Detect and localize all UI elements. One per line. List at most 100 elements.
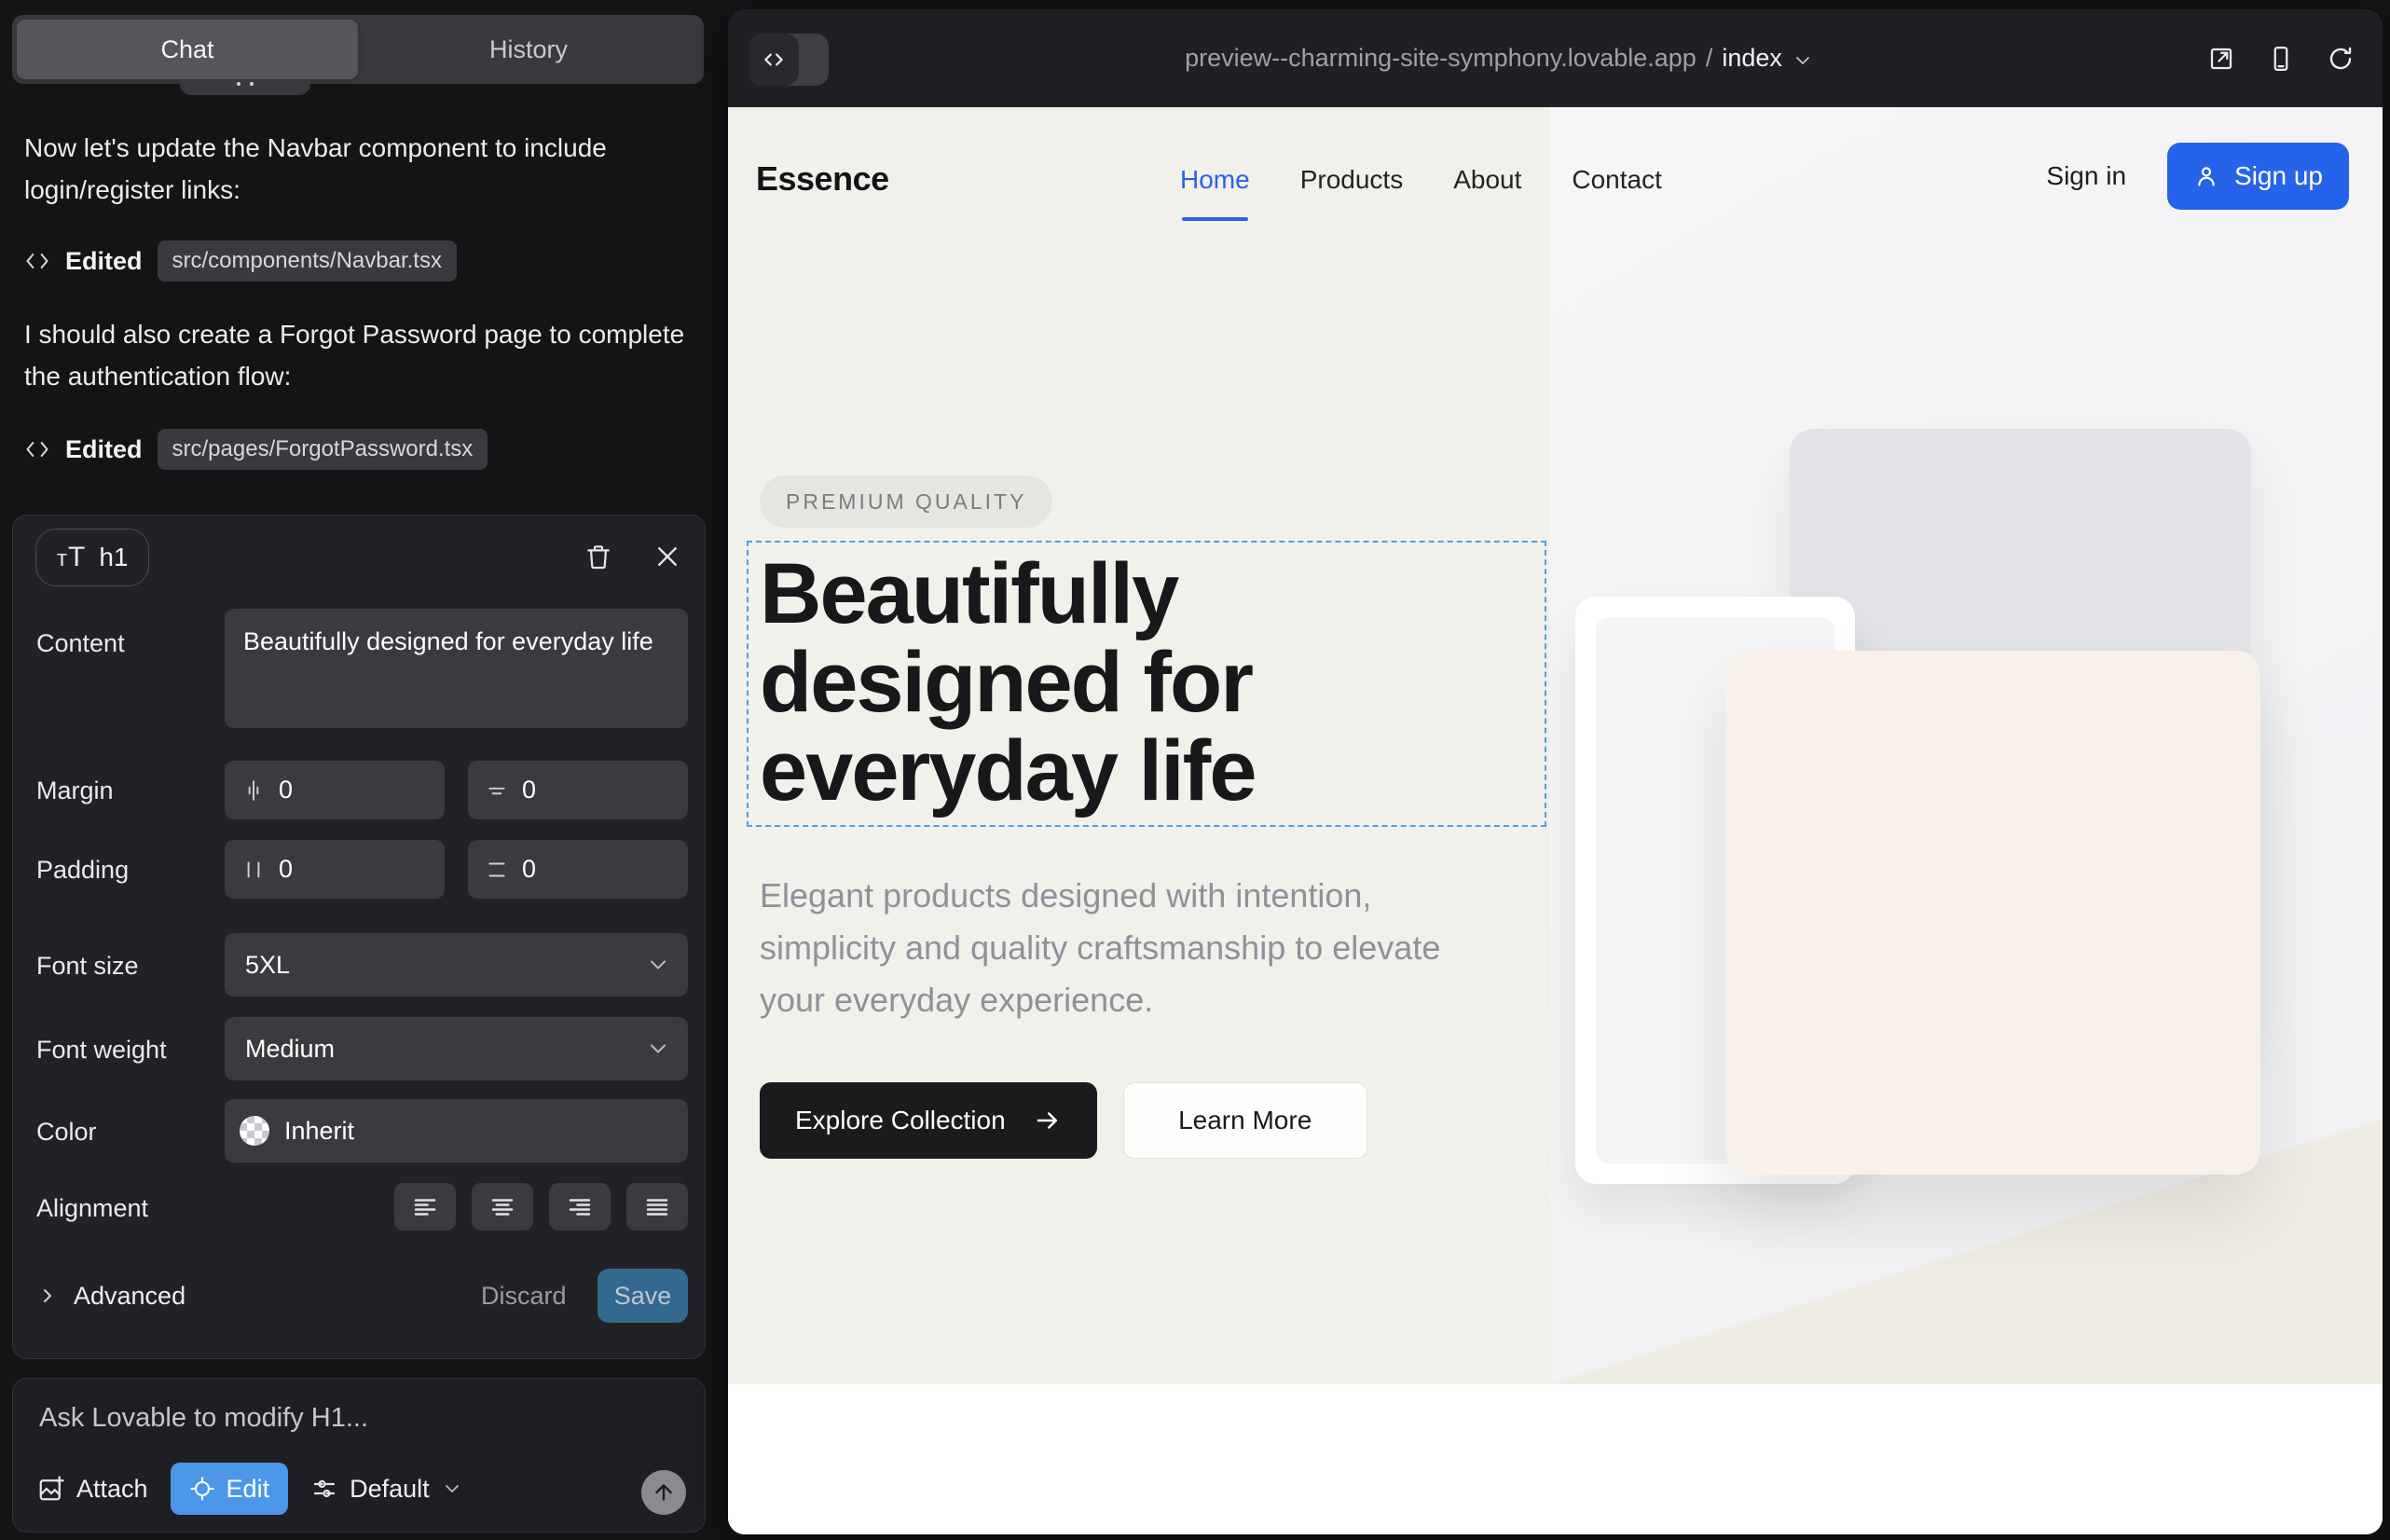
- sign-in-link[interactable]: Sign in: [2046, 161, 2126, 191]
- edit-label: Edit: [227, 1475, 270, 1504]
- code-toggle-icon: [749, 34, 799, 86]
- edited-file-row: Edited src/pages/ForgotPassword.tsx: [24, 429, 488, 470]
- nav-link-products[interactable]: Products: [1300, 165, 1404, 195]
- url-page: index: [1722, 44, 1782, 73]
- margin-y-value: 0: [522, 776, 536, 804]
- advanced-toggle[interactable]: Advanced: [36, 1269, 185, 1323]
- typography-icon: ᴛT: [57, 542, 86, 573]
- decor-card-cream: [1725, 651, 2260, 1175]
- send-button[interactable]: [641, 1470, 686, 1515]
- chat-message: I should also create a Forgot Password p…: [24, 313, 692, 398]
- font-weight-select[interactable]: Medium: [225, 1017, 688, 1080]
- file-chip[interactable]: src/pages/ForgotPassword.tsx: [158, 429, 488, 470]
- code-icon: [24, 436, 50, 462]
- attach-label: Attach: [76, 1475, 148, 1504]
- align-left-button[interactable]: [394, 1183, 456, 1231]
- hero-cta-row: Explore Collection Learn More: [760, 1082, 1367, 1159]
- align-center-button[interactable]: [472, 1183, 533, 1231]
- site-navbar: Essence Home Products About Contact Sign…: [728, 107, 2383, 247]
- font-size-label: Font size: [36, 952, 139, 981]
- chrome-actions: [2207, 9, 2355, 107]
- attach-button[interactable]: Attach: [37, 1475, 148, 1504]
- nav-link-contact[interactable]: Contact: [1572, 165, 1662, 195]
- padding-horizontal-icon: [241, 858, 266, 882]
- content-input[interactable]: Beautifully designed for everyday life: [225, 609, 688, 728]
- tab-chat[interactable]: Chat: [17, 20, 358, 79]
- padding-x-value: 0: [279, 855, 293, 884]
- url-host: preview--charming-site-symphony.lovable.…: [1185, 44, 1696, 73]
- advanced-label: Advanced: [74, 1282, 185, 1311]
- composer-toolbar: Attach Edit Default: [37, 1463, 463, 1515]
- margin-y-input[interactable]: 0: [468, 761, 688, 819]
- chat-composer: Attach Edit Default: [12, 1378, 706, 1533]
- align-justify-button[interactable]: [626, 1183, 688, 1231]
- edited-label: Edited: [65, 435, 143, 464]
- padding-y-input[interactable]: 0: [468, 840, 688, 899]
- url-bar[interactable]: preview--charming-site-symphony.lovable.…: [1185, 44, 1814, 73]
- explore-collection-button[interactable]: Explore Collection: [760, 1082, 1097, 1159]
- content-field-wrap: Beautifully designed for everyday life: [225, 609, 688, 728]
- code-preview-toggle[interactable]: [749, 34, 829, 86]
- user-icon: [2193, 163, 2219, 189]
- refresh-icon[interactable]: [2327, 45, 2355, 73]
- site-nav-links: Home Products About Contact: [1180, 165, 1662, 195]
- open-external-icon[interactable]: [2207, 45, 2235, 73]
- arrow-right-icon: [1034, 1107, 1062, 1134]
- margin-horizontal-icon: [241, 778, 266, 803]
- site-brand[interactable]: Essence: [756, 159, 889, 199]
- save-button[interactable]: Save: [598, 1269, 688, 1323]
- tab-history[interactable]: History: [358, 20, 699, 79]
- margin-x-value: 0: [279, 776, 293, 804]
- chat-message: Now let's update the Navbar component to…: [24, 127, 692, 212]
- site-content: Essence Home Products About Contact Sign…: [728, 107, 2383, 1534]
- font-size-select[interactable]: 5XL: [225, 933, 688, 997]
- margin-label: Margin: [36, 777, 114, 805]
- element-tag-chip[interactable]: ᴛT h1: [35, 529, 149, 586]
- sidebar-tab-bar: Chat History: [12, 15, 704, 84]
- color-value: Inherit: [284, 1117, 354, 1146]
- chevron-down-icon: [441, 1478, 463, 1500]
- element-tag: h1: [99, 543, 128, 572]
- color-label: Color: [36, 1118, 97, 1147]
- chevron-right-icon: [36, 1285, 59, 1307]
- nav-auth-group: Sign in Sign up: [2046, 143, 2349, 210]
- margin-x-input[interactable]: 0: [225, 761, 445, 819]
- mode-label: Default: [350, 1475, 430, 1504]
- close-panel-button[interactable]: [647, 536, 688, 577]
- content-label: Content: [36, 629, 125, 658]
- alignment-label: Alignment: [36, 1194, 148, 1223]
- delete-element-button[interactable]: [578, 536, 619, 577]
- mode-selector[interactable]: Default: [310, 1475, 463, 1504]
- chevron-down-icon: [645, 1036, 671, 1062]
- edit-mode-button[interactable]: Edit: [171, 1463, 289, 1515]
- padding-label: Padding: [36, 856, 129, 885]
- margin-vertical-icon: [485, 778, 509, 803]
- preview-chrome-bar: preview--charming-site-symphony.lovable.…: [728, 9, 2383, 107]
- padding-x-input[interactable]: 0: [225, 840, 445, 899]
- element-editor-panel: ᴛT h1 Content Beautifully designed for e…: [12, 515, 706, 1359]
- nav-link-home[interactable]: Home: [1180, 165, 1250, 195]
- color-select[interactable]: Inherit: [225, 1099, 688, 1162]
- padding-vertical-icon: [485, 858, 509, 882]
- mobile-view-icon[interactable]: [2267, 45, 2295, 73]
- sign-up-button[interactable]: Sign up: [2167, 143, 2349, 210]
- url-separator: /: [1706, 44, 1713, 73]
- font-weight-value: Medium: [245, 1035, 335, 1064]
- learn-more-button[interactable]: Learn More: [1123, 1082, 1367, 1159]
- nav-link-about[interactable]: About: [1453, 165, 1521, 195]
- file-chip[interactable]: src/components/Navbar.tsx: [158, 241, 457, 282]
- attach-image-icon: [37, 1475, 65, 1503]
- target-icon: [189, 1476, 215, 1502]
- composer-input[interactable]: [39, 1403, 673, 1450]
- hero-heading[interactable]: Beautifully designed for everyday life: [760, 550, 1524, 815]
- code-icon: [24, 248, 50, 274]
- discard-button[interactable]: Discard: [481, 1269, 567, 1323]
- edited-file-row: Edited src/components/Navbar.tsx: [24, 241, 457, 282]
- align-right-button[interactable]: [549, 1183, 611, 1231]
- color-swatch-transparent: [240, 1116, 269, 1146]
- section-below-hero: [728, 1384, 2383, 1534]
- sign-up-label: Sign up: [2234, 161, 2323, 191]
- edited-label: Edited: [65, 247, 143, 276]
- h1-selection-outline[interactable]: Beautifully designed for everyday life: [747, 541, 1546, 827]
- sliders-icon: [310, 1475, 338, 1503]
